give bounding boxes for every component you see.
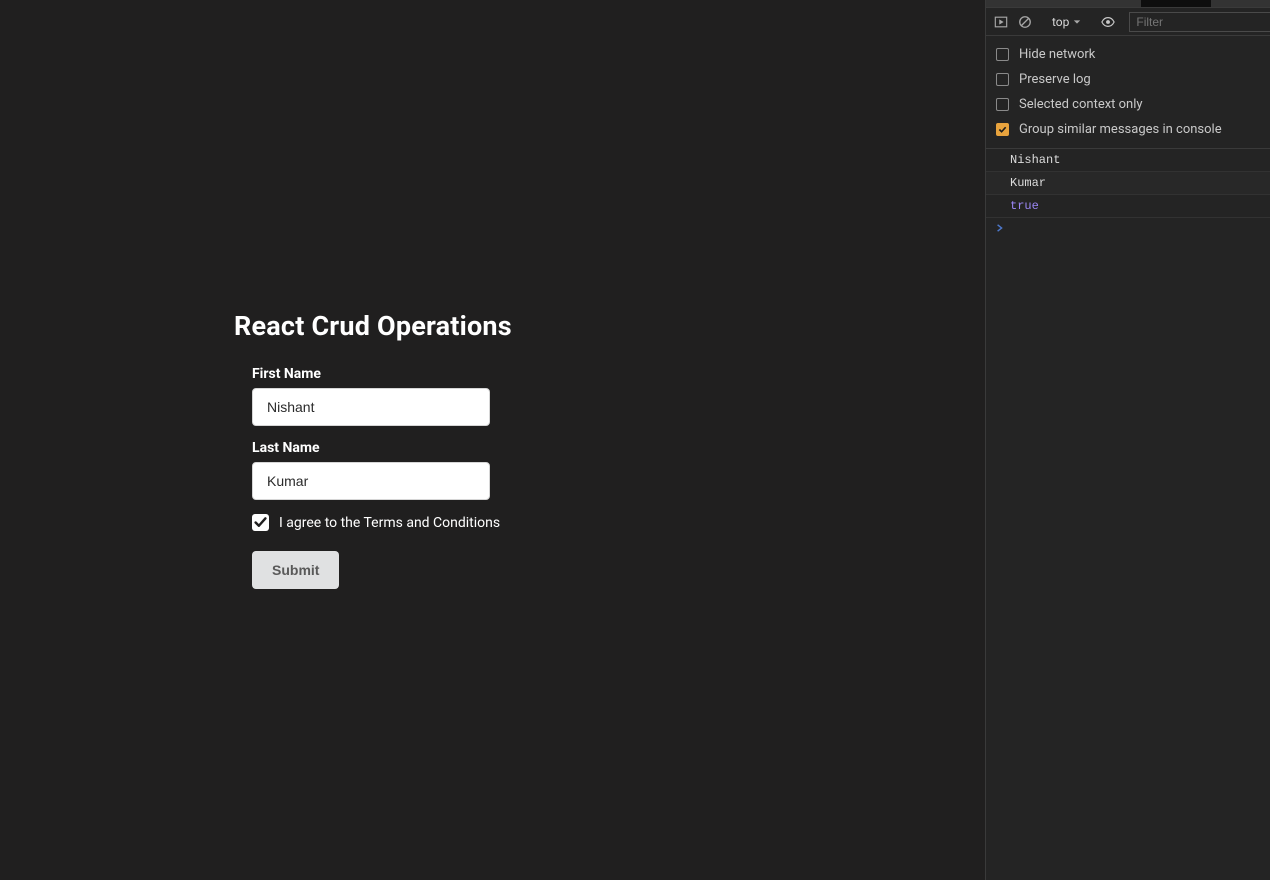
checkbox-preserve-log[interactable] [996,73,1009,86]
option-selected-context-only[interactable]: Selected context only [986,92,1270,117]
check-icon [998,125,1007,134]
checkbox-selected-context-only[interactable] [996,98,1009,111]
option-label: Group similar messages in console [1019,122,1222,137]
context-selector-label: top [1052,15,1069,29]
console-log: Nishant Kumar true [986,149,1270,240]
chevron-right-icon [996,224,1004,232]
eye-icon[interactable] [1101,15,1115,29]
toggle-sidebar-icon[interactable] [994,15,1008,29]
first-name-label: First Name [252,366,754,382]
console-log-entry[interactable]: Nishant [986,149,1270,172]
crud-form: React Crud Operations First Name Last Na… [234,310,754,589]
option-label: Hide network [1019,47,1095,62]
checkbox-hide-network[interactable] [996,48,1009,61]
console-prompt[interactable] [986,218,1270,240]
submit-button[interactable]: Submit [252,551,339,589]
checkbox-group-similar[interactable] [996,123,1009,136]
option-label: Selected context only [1019,97,1143,112]
console-filter-input[interactable] [1129,12,1270,32]
last-name-input[interactable] [252,462,490,500]
option-group-similar[interactable]: Group similar messages in console [986,117,1270,142]
option-preserve-log[interactable]: Preserve log [986,67,1270,92]
context-selector[interactable]: top [1052,15,1081,29]
page-title: React Crud Operations [234,310,754,342]
terms-label: I agree to the Terms and Conditions [279,515,500,531]
clear-console-icon[interactable] [1018,15,1032,29]
devtools-active-tab[interactable] [1141,0,1211,7]
console-settings: Hide network Preserve log Selected conte… [986,36,1270,149]
console-log-entry[interactable]: true [986,195,1270,218]
terms-checkbox[interactable] [252,514,269,531]
first-name-input[interactable] [252,388,490,426]
option-label: Preserve log [1019,72,1091,87]
console-toolbar: top [986,8,1270,36]
chevron-down-icon [1073,18,1081,26]
terms-row: I agree to the Terms and Conditions [252,514,754,531]
app-viewport: React Crud Operations First Name Last Na… [0,0,985,880]
last-name-label: Last Name [252,440,754,456]
first-name-field-block: First Name [252,366,754,426]
console-log-entry[interactable]: Kumar [986,172,1270,195]
last-name-field-block: Last Name [252,440,754,500]
check-icon [254,516,267,529]
option-hide-network[interactable]: Hide network [986,42,1270,67]
devtools-tabstrip[interactable] [986,0,1270,8]
devtools-panel: top Hide network Preserve log Selected c… [985,0,1270,880]
